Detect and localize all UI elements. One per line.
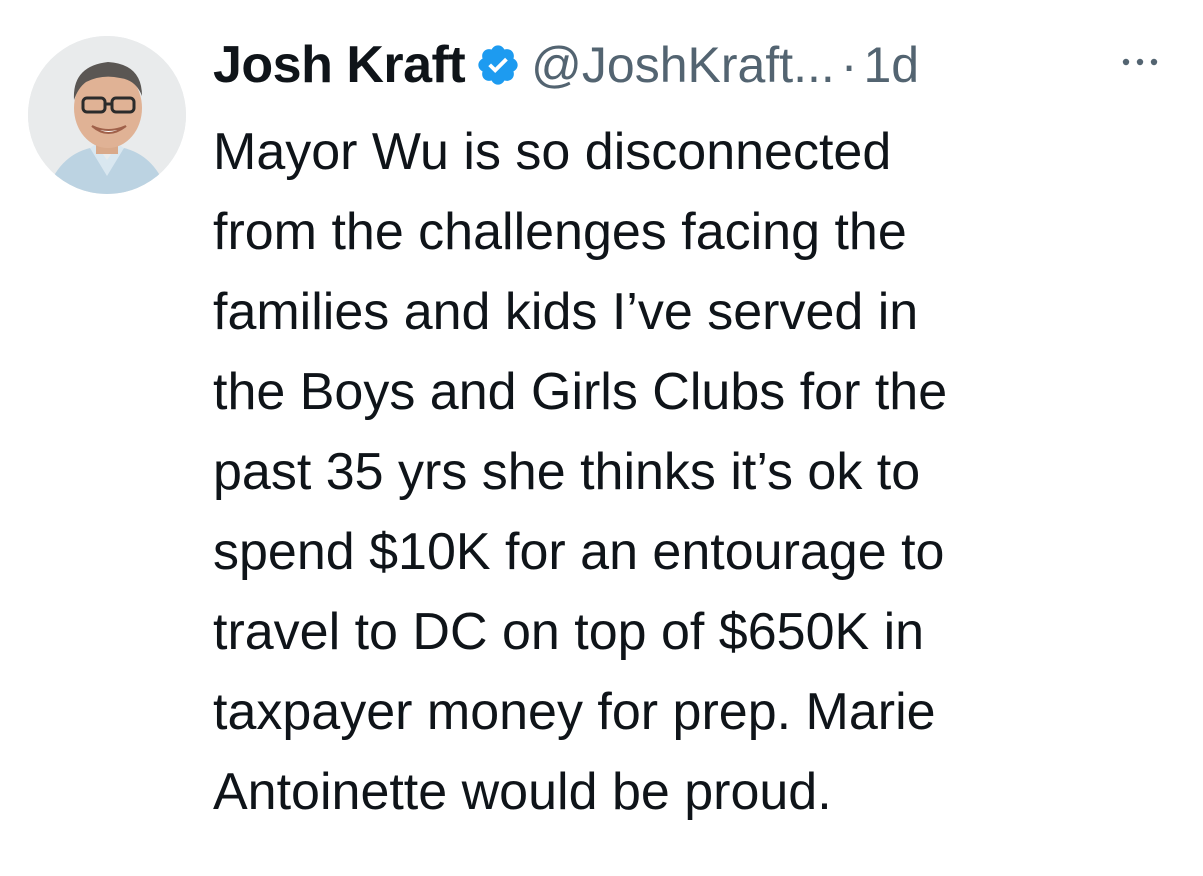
tweet-header: Josh Kraft @JoshKraft... · 1d (213, 30, 919, 100)
more-options-icon[interactable] (1118, 52, 1162, 72)
separator-dot: · (840, 37, 858, 93)
tweet-timestamp[interactable]: 1d (863, 36, 919, 94)
verified-badge-icon (475, 42, 521, 88)
author-name[interactable]: Josh Kraft (213, 35, 466, 95)
author-handle[interactable]: @JoshKraft... (531, 36, 835, 94)
avatar[interactable] (28, 36, 186, 194)
tweet-text: Mayor Wu is so disconnected from the cha… (213, 123, 948, 821)
tweet[interactable]: Josh Kraft @JoshKraft... · 1d Mayor Wu i… (0, 0, 1203, 876)
avatar-image (28, 36, 186, 194)
